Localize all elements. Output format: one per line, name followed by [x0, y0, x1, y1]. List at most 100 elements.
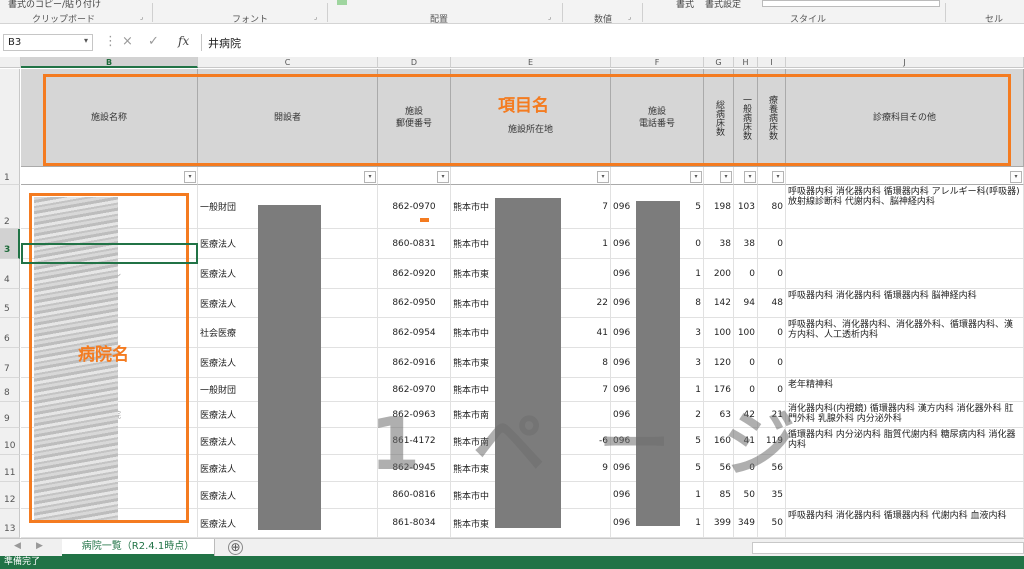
- row-header-12[interactable]: 12: [0, 482, 20, 509]
- cell-general[interactable]: 0: [734, 259, 758, 289]
- cell-general[interactable]: 349: [734, 509, 758, 538]
- horizontal-scrollbar[interactable]: [752, 542, 1024, 554]
- cell-dept[interactable]: [786, 455, 1024, 482]
- style-gallery[interactable]: [762, 0, 940, 7]
- row-header-11[interactable]: 11: [0, 455, 20, 482]
- cell-care[interactable]: 0: [758, 229, 786, 259]
- chevron-down-icon[interactable]: ▾: [84, 36, 88, 45]
- cell-dept[interactable]: 老年精神科: [786, 378, 1024, 402]
- row-header-2[interactable]: 2: [0, 185, 20, 229]
- ribbon-format-painter[interactable]: 書式のコピー/貼り付け: [8, 0, 101, 10]
- row-header-1[interactable]: 1: [0, 69, 20, 185]
- cell-dept[interactable]: 呼吸器内科 消化器内科 循環器内科 代謝内科 血液内科: [786, 509, 1024, 538]
- cell-general[interactable]: 94: [734, 289, 758, 318]
- row-header-3[interactable]: 3: [0, 229, 20, 259]
- cell-phone-tail: 1: [695, 490, 701, 500]
- row-header-4[interactable]: 4: [0, 259, 20, 289]
- cell-general[interactable]: 100: [734, 318, 758, 348]
- filter-dropdown-icon[interactable]: ▾: [772, 171, 784, 183]
- cell-dept[interactable]: [786, 229, 1024, 259]
- row-header-6[interactable]: 6: [0, 318, 20, 348]
- cell-total[interactable]: 38: [704, 229, 734, 259]
- cell-dept[interactable]: [786, 482, 1024, 509]
- add-sheet-icon[interactable]: ⊕: [228, 540, 243, 555]
- column-header-d[interactable]: D: [378, 57, 451, 68]
- column-header-i[interactable]: I: [758, 57, 786, 68]
- next-sheet-icon[interactable]: ▶: [36, 541, 43, 551]
- cell-care[interactable]: 0: [758, 318, 786, 348]
- row-header-10[interactable]: 10: [0, 428, 20, 455]
- column-header-c[interactable]: C: [198, 57, 378, 68]
- formula-input[interactable]: 井病院: [208, 35, 241, 51]
- cell-care-text: 35: [771, 490, 783, 500]
- cell-postal[interactable]: 862-0954: [378, 318, 451, 348]
- cell-total[interactable]: 399: [704, 509, 734, 538]
- cell-postal[interactable]: 862-0920: [378, 259, 451, 289]
- column-header-b[interactable]: B: [21, 57, 198, 68]
- cell-dept[interactable]: 呼吸器内科 消化器内科 循環器内科 脳神経内科: [786, 289, 1024, 318]
- row-header-8[interactable]: 8: [0, 378, 20, 402]
- cell-care[interactable]: 0: [758, 259, 786, 289]
- cell-postal[interactable]: 861-8034: [378, 509, 451, 538]
- sheet-tab-hospital-list[interactable]: 病院一覧（R2.4.1時点）: [62, 539, 214, 556]
- cell-general[interactable]: 0: [734, 348, 758, 378]
- alignment-launcher-icon[interactable]: ⌟: [548, 13, 551, 21]
- filter-dropdown-icon[interactable]: ▾: [690, 171, 702, 183]
- cell-postal[interactable]: 862-0950: [378, 289, 451, 318]
- cell-postal[interactable]: 860-0831: [378, 229, 451, 259]
- row-header-5[interactable]: 5: [0, 289, 20, 318]
- filter-dropdown-icon[interactable]: ▾: [597, 171, 609, 183]
- ribbon-divider: [327, 3, 328, 22]
- cell-dept[interactable]: [786, 259, 1024, 289]
- cell-postal[interactable]: 862-0916: [378, 348, 451, 378]
- cell-dept[interactable]: 呼吸器内科 消化器内科 循環器内科 アレルギー科(呼吸器) 放射線診断科 代謝内…: [786, 185, 1024, 229]
- filter-dropdown-icon[interactable]: ▾: [437, 171, 449, 183]
- filter-dropdown-icon[interactable]: ▾: [744, 171, 756, 183]
- cell-dept[interactable]: 消化器内科(内視鏡) 循環器内科 漢方内科 消化器外科 肛門外科 乳腺外科 内分…: [786, 402, 1024, 428]
- ribbon-format-settings[interactable]: 書式設定: [705, 0, 741, 10]
- insert-function-icon[interactable]: fx: [178, 34, 189, 48]
- cell-care[interactable]: 48: [758, 289, 786, 318]
- row-header-9[interactable]: 9: [0, 402, 20, 428]
- column-header-g[interactable]: G: [704, 57, 734, 68]
- cell-general[interactable]: 103: [734, 185, 758, 229]
- row-header-7[interactable]: 7: [0, 348, 20, 378]
- filter-dropdown-icon[interactable]: ▾: [720, 171, 732, 183]
- ribbon-divider: [642, 3, 643, 22]
- cell-care-text: 0: [777, 357, 783, 368]
- cell-general[interactable]: 38: [734, 229, 758, 259]
- cell-phone-text: 096: [613, 357, 631, 368]
- cell-dept[interactable]: [786, 348, 1024, 378]
- filter-dropdown-icon[interactable]: ▾: [364, 171, 376, 183]
- filter-dropdown-icon[interactable]: ▾: [1010, 171, 1022, 183]
- row-header-13[interactable]: 13: [0, 509, 20, 538]
- cell-dept[interactable]: 呼吸器内科、消化器内科、消化器外科、循環器内科、漢方内科、人工透析内科: [786, 318, 1024, 348]
- active-cell-b3[interactable]: [21, 243, 198, 264]
- enter-icon[interactable]: ✓: [148, 34, 159, 49]
- cell-care[interactable]: 80: [758, 185, 786, 229]
- cell-care[interactable]: 50: [758, 509, 786, 538]
- ribbon-format[interactable]: 書式: [676, 0, 694, 10]
- column-header-f[interactable]: F: [611, 57, 704, 68]
- cell-total[interactable]: 200: [704, 259, 734, 289]
- cell-postal[interactable]: 862-0970: [378, 185, 451, 229]
- cell-care[interactable]: 0: [758, 348, 786, 378]
- cell-total[interactable]: 120: [704, 348, 734, 378]
- number-launcher-icon[interactable]: ⌟: [628, 13, 631, 21]
- clipboard-launcher-icon[interactable]: ⌟: [140, 13, 143, 21]
- cell-total[interactable]: 142: [704, 289, 734, 318]
- redaction-founder: [258, 205, 321, 530]
- name-box[interactable]: B3 ▾: [3, 34, 93, 51]
- cell-dept[interactable]: 循環器内科 内分泌内科 脂質代謝内科 糖尿病内科 消化器内科: [786, 428, 1024, 455]
- cell-total[interactable]: 198: [704, 185, 734, 229]
- cell-total[interactable]: 100: [704, 318, 734, 348]
- select-all-corner[interactable]: [0, 57, 21, 68]
- column-header-e[interactable]: E: [451, 57, 611, 68]
- prev-sheet-icon[interactable]: ◀: [14, 541, 21, 551]
- cancel-icon[interactable]: ×: [122, 34, 133, 49]
- column-header-h[interactable]: H: [734, 57, 758, 68]
- column-header-j[interactable]: J: [786, 57, 1024, 68]
- filter-dropdown-icon[interactable]: ▾: [184, 171, 196, 183]
- font-launcher-icon[interactable]: ⌟: [314, 13, 317, 21]
- filter-cell: ▾: [611, 167, 704, 185]
